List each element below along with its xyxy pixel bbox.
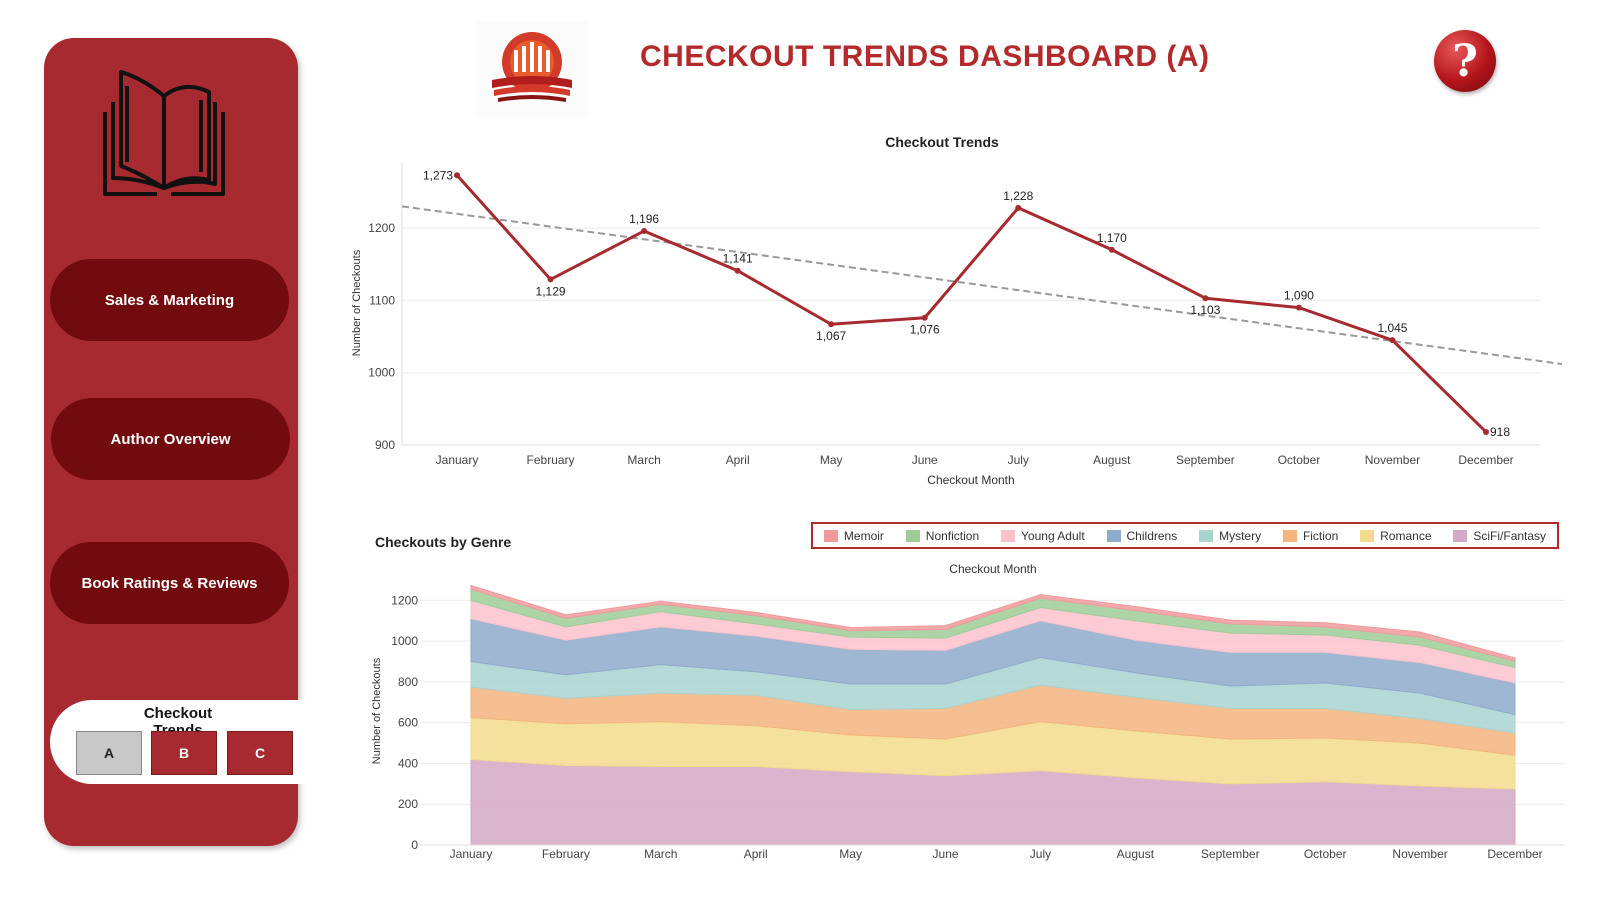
- x-tick-label: January: [436, 453, 479, 467]
- data-label: 1,228: [1003, 189, 1033, 203]
- y-tick-label: 1000: [391, 634, 418, 648]
- y-tick-label: 600: [398, 716, 418, 730]
- checkout-trends-line-chart: Checkout Trends 900 1000 1100 1200 January Feb…: [351, 134, 1563, 487]
- x-tick-label: July: [1030, 847, 1051, 861]
- y-tick-label: 1100: [369, 293, 395, 307]
- area-chart-title: Checkouts by Genre: [375, 534, 511, 550]
- x-tick-label: October: [1278, 453, 1321, 467]
- x-tick-label: November: [1392, 847, 1447, 861]
- data-label: 918: [1490, 425, 1510, 439]
- x-tick-label: August: [1117, 847, 1155, 861]
- library-logo: [476, 22, 588, 118]
- data-label: 1,067: [816, 329, 846, 343]
- y-tick-label: 800: [398, 675, 418, 689]
- x-tick-label: May: [820, 453, 843, 467]
- data-label: 1,141: [723, 252, 753, 266]
- data-label: 1,273: [423, 168, 453, 182]
- data-point: [1389, 337, 1396, 344]
- tab-b-button[interactable]: B: [151, 731, 217, 775]
- data-point: [1108, 246, 1115, 253]
- x-tick-label: September: [1201, 847, 1260, 861]
- data-point: [1202, 295, 1209, 302]
- x-tick-label: July: [1008, 453, 1029, 467]
- data-point: [1015, 204, 1022, 211]
- data-point: [921, 314, 928, 321]
- data-point: [1295, 304, 1302, 311]
- x-tick-label: February: [542, 847, 590, 861]
- x-tick-label: May: [839, 847, 862, 861]
- y-tick-label: 0: [411, 838, 418, 852]
- x-tick-label: November: [1365, 453, 1420, 467]
- data-point: [828, 321, 835, 328]
- data-label: 1,076: [910, 323, 940, 337]
- x-tick-label: September: [1176, 453, 1235, 467]
- line-chart-title: Checkout Trends: [885, 134, 999, 150]
- y-tick-label: 1200: [368, 221, 395, 235]
- x-tick-label: December: [1458, 453, 1513, 467]
- nav-book-ratings-button[interactable]: Book Ratings & Reviews: [50, 542, 289, 624]
- tab-a-button[interactable]: A: [76, 731, 142, 775]
- question-mark-icon: ?: [1452, 35, 1478, 87]
- y-axis-label: Number of Checkouts: [371, 657, 383, 764]
- x-tick-label: March: [644, 847, 677, 861]
- y-axis-label: Number of Checkouts: [351, 249, 363, 356]
- x-tick-label: December: [1487, 847, 1542, 861]
- data-label: 1,129: [536, 284, 566, 298]
- x-tick-label: April: [726, 453, 750, 467]
- x-tick-label: October: [1304, 847, 1347, 861]
- data-point: [734, 267, 741, 274]
- data-label: 1,196: [629, 212, 659, 226]
- data-label: 1,103: [1190, 303, 1220, 317]
- data-label: 1,090: [1284, 289, 1314, 303]
- trendline: [401, 205, 1563, 366]
- open-book-icon: [103, 70, 225, 196]
- page-title: CHECKOUT TRENDS DASHBOARD (A): [640, 40, 1210, 73]
- x-tick-label: August: [1093, 453, 1131, 467]
- y-tick-label: 1000: [368, 366, 395, 380]
- data-point: [1483, 428, 1489, 435]
- x-tick-label: March: [627, 453, 660, 467]
- x-tick-label: April: [744, 847, 768, 861]
- y-tick-label: 200: [398, 797, 418, 811]
- series-line: [455, 174, 1488, 434]
- x-tick-label: February: [527, 453, 575, 467]
- y-tick-label: 400: [398, 756, 418, 770]
- nav-author-overview-button[interactable]: Author Overview: [51, 398, 290, 480]
- data-label: 1,045: [1377, 321, 1407, 335]
- x-tick-label: January: [450, 847, 493, 861]
- data-label: 1,170: [1097, 231, 1127, 245]
- x-axis-label: Checkout Month: [949, 562, 1036, 576]
- data-point: [454, 172, 460, 179]
- help-button[interactable]: ?: [1434, 30, 1496, 92]
- x-axis-label: Checkout Month: [927, 473, 1014, 487]
- x-tick-label: June: [933, 847, 959, 861]
- x-tick-label: June: [912, 453, 938, 467]
- data-point: [641, 227, 648, 234]
- tab-c-button[interactable]: C: [227, 731, 293, 775]
- y-tick-label: 900: [375, 438, 395, 452]
- nav-sales-marketing-button[interactable]: Sales & Marketing: [50, 259, 289, 341]
- y-tick-label: 1200: [391, 593, 418, 607]
- data-point: [547, 276, 554, 283]
- checkouts-by-genre-area-chart: Checkouts by Genre Checkout Month Number o…: [371, 534, 1565, 861]
